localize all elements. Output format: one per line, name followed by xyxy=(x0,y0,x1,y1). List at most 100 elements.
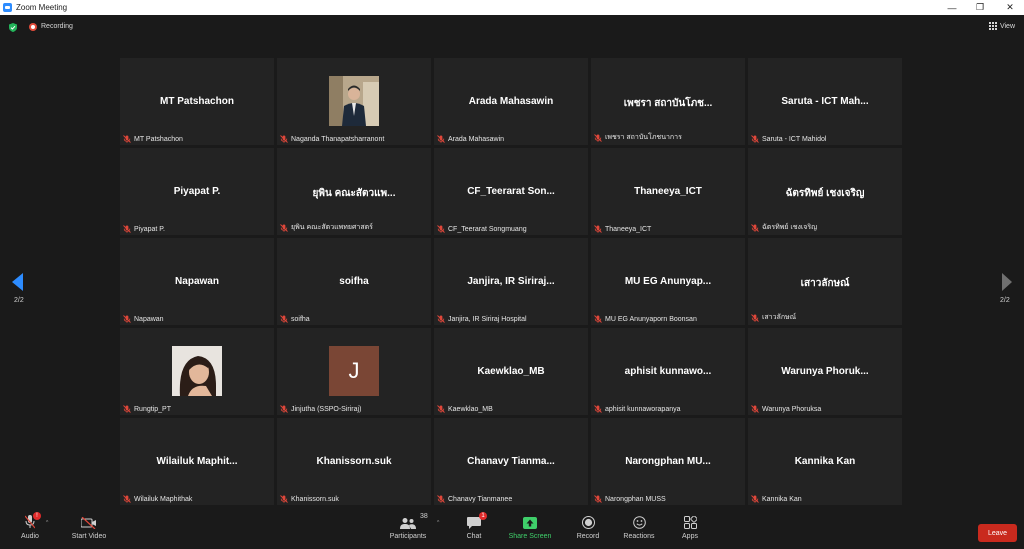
participant-tile[interactable]: MT Patshachon MT Patshachon xyxy=(120,58,274,145)
participant-tile[interactable]: Saruta - ICT Mah... Saruta - ICT Mahidol xyxy=(748,58,902,145)
participant-label: aphisit kunnaworapanya xyxy=(605,405,681,413)
participants-options-caret-icon[interactable]: ˆ xyxy=(437,521,439,528)
participant-display-name: Kaewklao_MB xyxy=(477,366,545,377)
leave-label: Leave xyxy=(987,529,1008,537)
window-title: Zoom Meeting xyxy=(16,3,68,12)
participant-label: Janjira, IR Siriraj Hospital xyxy=(448,315,527,323)
restore-button[interactable]: ❐ xyxy=(966,0,994,15)
muted-microphone-icon xyxy=(751,313,759,322)
participant-label: Saruta - ICT Mahidol xyxy=(762,135,827,143)
share-screen-icon xyxy=(523,517,537,529)
participant-display-name: Chanavy Tianma... xyxy=(467,456,555,467)
view-button[interactable]: View xyxy=(988,22,1015,30)
leave-button[interactable]: Leave xyxy=(978,524,1017,542)
recording-label: Recording xyxy=(41,23,73,30)
muted-microphone-icon xyxy=(594,225,602,233)
participant-label: Napawan xyxy=(134,315,164,323)
participant-nameplate: CF_Teerarat Songmuang xyxy=(437,225,527,233)
muted-microphone-icon xyxy=(594,405,602,413)
participant-label: Arada Mahasawin xyxy=(448,135,505,143)
participant-tile[interactable]: soifha soifha xyxy=(277,238,431,325)
zoom-logo-icon xyxy=(3,3,12,12)
muted-microphone-icon xyxy=(437,225,445,233)
meeting-toolbar: ! Audio ˆ Start Video 38 Participants ˆ xyxy=(0,507,1024,549)
muted-microphone-icon xyxy=(751,405,759,413)
participant-label: Wilailuk Maphithak xyxy=(134,495,193,503)
participant-tile[interactable]: Rungtip_PT xyxy=(120,328,274,415)
participant-tile[interactable]: Wilailuk Maphit... Wilailuk Maphithak xyxy=(120,418,274,505)
muted-microphone-icon xyxy=(123,225,131,233)
participant-tile[interactable]: Kaewklao_MB Kaewklao_MB xyxy=(434,328,588,415)
participant-tile[interactable]: เพชรา สถาบันโภช... เพชรา สถาบันโภชนาการ xyxy=(591,58,745,145)
participant-nameplate: Saruta - ICT Mahidol xyxy=(751,135,826,143)
muted-microphone-icon xyxy=(123,495,131,503)
shield-icon[interactable] xyxy=(9,23,17,32)
participant-tile[interactable]: ยุพิน คณะสัตวแพ... ยุพิน คณะสัตวแพทยศาสตร… xyxy=(277,148,431,235)
participant-tile[interactable]: Chanavy Tianma... Chanavy Tianmanee xyxy=(434,418,588,505)
participant-tile[interactable]: Thaneeya_ICT Thaneeya_ICT xyxy=(591,148,745,235)
participant-photo xyxy=(329,76,379,126)
participant-display-name: Piyapat P. xyxy=(173,186,221,197)
next-page-arrow-icon[interactable] xyxy=(1001,273,1013,291)
participant-display-name: aphisit kunnawo... xyxy=(624,366,712,377)
participant-label: เสาวลักษณ์ xyxy=(762,314,797,321)
participant-display-name: ฉัตรทิพย์ เชงเจริญ xyxy=(785,188,865,199)
participant-tile[interactable]: MU EG Anunyap... MU EG Anunyaporn Boonsan xyxy=(591,238,745,325)
smiley-reaction-icon xyxy=(632,516,646,529)
participant-label: Thaneeya_ICT xyxy=(605,225,652,233)
participant-tile[interactable]: Janjira, IR Siriraj... Janjira, IR Sirira… xyxy=(434,238,588,325)
participant-nameplate: Janjira, IR Siriraj Hospital xyxy=(437,315,527,323)
participant-nameplate: Narongphan MUSS xyxy=(594,495,666,503)
participant-tile[interactable]: CF_Teerarat Son... CF_Teerarat Songmuang xyxy=(434,148,588,235)
apps-button[interactable]: Apps xyxy=(678,507,702,549)
muted-microphone-icon xyxy=(594,315,602,323)
participant-nameplate: Piyapat P. xyxy=(123,225,165,233)
participant-nameplate: ฉัตรทิพย์ เชงเจริญ xyxy=(751,222,817,233)
audio-button[interactable]: ! Audio xyxy=(18,507,42,549)
participant-nameplate: Rungtip_PT xyxy=(123,405,171,413)
chat-button[interactable]: 1 Chat xyxy=(462,507,487,549)
participant-tile[interactable]: Arada Mahasawin Arada Mahasawin xyxy=(434,58,588,145)
participant-tile[interactable]: Piyapat P. Piyapat P. xyxy=(120,148,274,235)
share-screen-button[interactable]: Share Screen xyxy=(506,507,554,549)
participant-tile[interactable]: Kannika Kan Kannika Kan xyxy=(748,418,902,505)
record-button[interactable]: Record xyxy=(574,507,602,549)
video-gallery: MT Patshachon MT Patshachon Naganda Thanap… xyxy=(120,58,905,505)
participant-tile[interactable]: เสาวลักษณ์ เสาวลักษณ์ xyxy=(748,238,902,325)
participant-display-name: Khanissorn.suk xyxy=(316,456,392,467)
participant-nameplate: Wilailuk Maphithak xyxy=(123,495,192,503)
participant-tile[interactable]: Napawan Napawan xyxy=(120,238,274,325)
participant-tile[interactable]: aphisit kunnawo... aphisit kunnaworapanya xyxy=(591,328,745,415)
start-video-label: Start Video xyxy=(71,533,107,540)
minimize-button[interactable]: — xyxy=(938,0,966,15)
participant-label: Rungtip_PT xyxy=(134,405,171,413)
participant-tile[interactable]: Khanissorn.suk Khanissorn.suk xyxy=(277,418,431,505)
participant-display-name: เพชรา สถาบันโภช... xyxy=(623,98,713,109)
chat-bubble-icon xyxy=(467,517,481,529)
muted-microphone-icon xyxy=(437,495,445,503)
participant-nameplate: Naganda Thanapatsharranont xyxy=(280,135,384,143)
muted-microphone-icon xyxy=(751,135,759,143)
participant-label: Khanissorn.suk xyxy=(291,495,339,503)
participant-tile[interactable]: Narongphan MU... Narongphan MUSS xyxy=(591,418,745,505)
participant-tile[interactable]: Warunya Phoruk... Warunya Phoruksa xyxy=(748,328,902,415)
muted-microphone-icon xyxy=(751,223,759,232)
apps-label: Apps xyxy=(682,533,698,540)
participant-nameplate: MU EG Anunyaporn Boonsan xyxy=(594,315,697,323)
participant-tile[interactable]: ฉัตรทิพย์ เชงเจริญ ฉัตรทิพย์ เชงเจริญ xyxy=(748,148,902,235)
audio-options-caret-icon[interactable]: ˆ xyxy=(46,521,48,528)
participant-tile[interactable]: J Jinjutha (SSPO-Siriraj) xyxy=(277,328,431,415)
participant-display-name: Kannika Kan xyxy=(794,456,856,467)
close-button[interactable]: ✕ xyxy=(996,0,1024,15)
participant-label: Kaewklao_MB xyxy=(448,405,493,413)
chat-label: Chat xyxy=(466,533,482,540)
muted-microphone-icon xyxy=(594,133,602,142)
participant-tile[interactable]: Naganda Thanapatsharranont xyxy=(277,58,431,145)
previous-page-arrow-icon[interactable] xyxy=(12,273,24,291)
start-video-button[interactable]: Start Video xyxy=(66,507,112,549)
reactions-button[interactable]: Reactions xyxy=(620,507,658,549)
participants-icon xyxy=(400,518,416,529)
participant-nameplate: Thaneeya_ICT xyxy=(594,225,651,233)
participant-nameplate: MT Patshachon xyxy=(123,135,183,143)
participants-button[interactable]: 38 Participants xyxy=(386,507,430,549)
